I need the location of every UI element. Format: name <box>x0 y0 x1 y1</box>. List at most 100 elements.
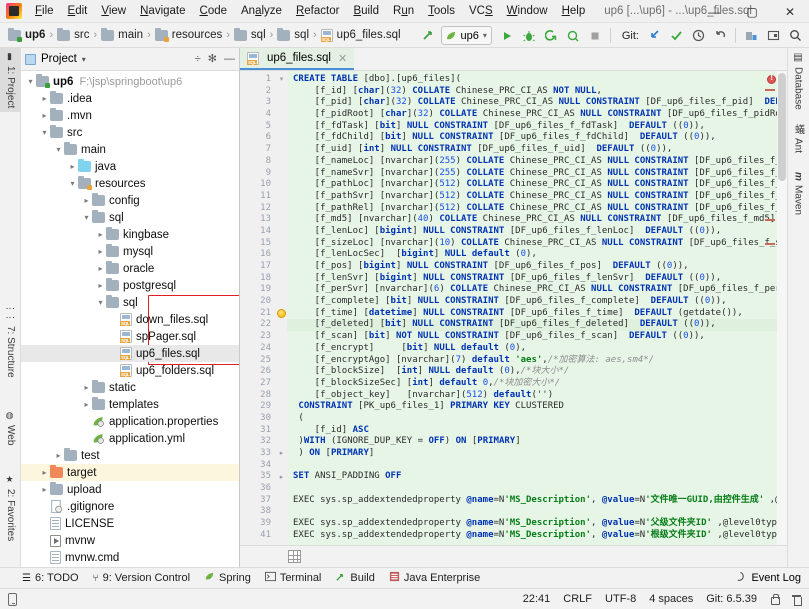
git-branch[interactable]: Git: 6.5.39 <box>706 593 757 605</box>
toolwindow-spring[interactable]: Spring <box>204 571 251 585</box>
code-line[interactable]: [f_pathSvr] [nvarchar](512) COLLATE Chin… <box>287 191 787 203</box>
tab-up6-files-sql[interactable]: up6_files.sql ✕ <box>240 48 354 70</box>
breadcrumb-sql-1[interactable]: sql <box>232 28 268 42</box>
code-line[interactable]: [f_id] ASC <box>287 425 787 437</box>
chevron-right-icon[interactable]: ▸ <box>81 396 92 413</box>
code-line[interactable]: CREATE TABLE [dbo].[up6_files]( <box>287 74 787 86</box>
intention-bulb-icon[interactable] <box>277 309 286 318</box>
menu-analyze[interactable]: Analyze <box>234 2 289 20</box>
code-line[interactable]: )WITH (IGNORE_DUP_KEY = OFF) ON [PRIMARY… <box>287 436 787 448</box>
chevron-down-icon[interactable]: ▾ <box>81 209 92 226</box>
breadcrumb-up6[interactable]: up6 <box>6 28 47 42</box>
close-icon[interactable]: ✕ <box>338 52 347 65</box>
search-everywhere-icon[interactable] <box>785 26 805 46</box>
menu-vcs[interactable]: VCS <box>462 2 500 20</box>
chevron-right-icon[interactable]: ▸ <box>39 107 50 124</box>
chevron-right-icon[interactable]: ▸ <box>95 243 106 260</box>
project-panel-title[interactable]: Project ▾ <box>25 53 86 65</box>
hide-icon[interactable]: — <box>224 54 235 65</box>
commit-icon[interactable] <box>666 26 686 46</box>
tree-row[interactable]: ▸static <box>21 379 239 396</box>
rollback-icon[interactable] <box>710 26 730 46</box>
tree-row[interactable]: ▾src <box>21 124 239 141</box>
chevron-down-icon[interactable]: ▾ <box>95 294 106 311</box>
sidebar-item-project[interactable]: ▮ 1: Project <box>0 48 21 112</box>
close-button[interactable]: ✕ <box>771 0 809 23</box>
tree-row[interactable]: ·.gitignore <box>21 498 239 515</box>
code-line[interactable]: [f_deleted] [bit] NULL CONSTRAINT [DF_up… <box>287 319 787 331</box>
chevron-right-icon[interactable]: ▸ <box>95 226 106 243</box>
stop-icon[interactable] <box>585 26 605 46</box>
menu-build[interactable]: Build <box>346 2 386 20</box>
code-line[interactable]: [f_uid] [int] NULL CONSTRAINT [DF_up6_fi… <box>287 144 787 156</box>
tree-row[interactable]: ▸config <box>21 192 239 209</box>
chevron-down-icon[interactable]: ▾ <box>39 124 50 141</box>
tree-row[interactable]: ▸java <box>21 158 239 175</box>
code-line[interactable]: EXEC sys.sp_addextendedproperty @name=N'… <box>287 518 787 530</box>
sidebar-item-ant[interactable]: 蟻 Ant <box>787 120 809 157</box>
breadcrumb-file[interactable]: up6_files.sql <box>319 28 403 43</box>
caret-position[interactable]: 22:41 <box>523 593 551 605</box>
file-encoding[interactable]: UTF-8 <box>605 593 636 605</box>
sidebar-item-maven[interactable]: m Maven <box>787 168 809 219</box>
toolwindow-version-control[interactable]: ⑂ 9: Version Control <box>93 572 190 584</box>
sidebar-item-favorites[interactable]: ★ 2: Favorites <box>0 471 21 545</box>
run-configuration-selector[interactable]: up6 ▾ <box>441 26 492 45</box>
code-line[interactable]: [f_perSvr] [nvarchar](6) COLLATE Chinese… <box>287 284 787 296</box>
event-log-button[interactable]: Event Log <box>735 571 801 585</box>
fold-marker-icon[interactable]: ▾ <box>278 76 285 83</box>
breadcrumb-resources[interactable]: resources <box>153 28 225 42</box>
profile-icon[interactable] <box>563 26 583 46</box>
tree-row[interactable]: ▸kingbase <box>21 226 239 243</box>
chevron-right-icon[interactable]: · <box>39 532 50 549</box>
code-editor[interactable]: 1234567891011121314151617181920212223242… <box>240 71 787 545</box>
code-line[interactable] <box>287 483 787 495</box>
line-separator[interactable]: CRLF <box>563 593 592 605</box>
code-line[interactable]: [f_encryptAgo] [nvarchar](7) default 'ae… <box>287 355 787 367</box>
error-stripe-indicator[interactable] <box>767 75 776 84</box>
tree-row[interactable]: ▸target <box>21 464 239 481</box>
code-line[interactable]: [f_pidRoot] [char](32) COLLATE Chinese_P… <box>287 109 787 121</box>
chevron-right-icon[interactable]: ▸ <box>67 158 78 175</box>
menu-help[interactable]: Help <box>555 2 593 20</box>
menu-tools[interactable]: Tools <box>421 2 462 20</box>
code-line[interactable]: EXEC sys.sp_addextendedproperty @name=N'… <box>287 495 787 507</box>
chevron-right-icon[interactable]: · <box>109 345 120 362</box>
scrollbar-thumb[interactable] <box>778 73 786 181</box>
tree-row[interactable]: ▾up6F:\jsp\springboot\up6 <box>21 73 239 90</box>
tree-row[interactable]: ▸templates <box>21 396 239 413</box>
indent-setting[interactable]: 4 spaces <box>649 593 693 605</box>
chevron-right-icon[interactable]: ▸ <box>81 379 92 396</box>
code-line[interactable]: [f_fdChild] [bit] NULL CONSTRAINT [DF_up… <box>287 132 787 144</box>
collapse-all-icon[interactable]: ÷ <box>195 54 201 65</box>
code-line[interactable]: [f_sizeLoc] [nvarchar](10) COLLATE Chine… <box>287 238 787 250</box>
code-line[interactable]: [f_md5] [nvarchar](40) COLLATE Chinese_P… <box>287 214 787 226</box>
code-line[interactable]: [f_encrypt] [bit] NULL default (0), <box>287 343 787 355</box>
editor-vertical-scrollbar[interactable] <box>777 71 787 545</box>
breadcrumb-src[interactable]: src <box>55 28 91 42</box>
chevron-down-icon[interactable]: ▾ <box>53 141 64 158</box>
tree-row[interactable]: ·application.yml <box>21 430 239 447</box>
chevron-right-icon[interactable]: · <box>109 311 120 328</box>
tree-row[interactable]: ·spPager.sql <box>21 328 239 345</box>
menu-view[interactable]: View <box>94 2 133 20</box>
chevron-right-icon[interactable]: ▸ <box>39 90 50 107</box>
layout-icon[interactable] <box>763 26 783 46</box>
code-line[interactable] <box>287 460 787 472</box>
code-line[interactable]: [f_complete] [bit] NULL CONSTRAINT [DF_u… <box>287 296 787 308</box>
tree-row[interactable]: ▸postgresql <box>21 277 239 294</box>
chevron-right-icon[interactable]: · <box>39 498 50 515</box>
fold-marker-icon[interactable]: ▸ <box>278 450 285 457</box>
sidebar-item-database[interactable]: ▤ Database <box>787 48 809 114</box>
lock-icon[interactable] <box>770 594 779 605</box>
update-project-icon[interactable] <box>644 26 664 46</box>
code-line[interactable]: ) ON [PRIMARY] <box>287 448 787 460</box>
chevron-right-icon[interactable]: · <box>39 515 50 532</box>
sidebar-item-web[interactable]: ◍ Web <box>0 407 21 449</box>
chevron-right-icon[interactable]: · <box>109 328 120 345</box>
tree-row[interactable]: ▸.idea <box>21 90 239 107</box>
code-line[interactable]: [f_pos] [bigint] NULL CONSTRAINT [DF_up6… <box>287 261 787 273</box>
code-line[interactable]: [f_lenSvr] [bigint] NULL CONSTRAINT [DF_… <box>287 273 787 285</box>
code-line[interactable]: [f_object_key] [nvarchar](512) default('… <box>287 390 787 402</box>
code-line[interactable]: [f_time] [datetime] NULL CONSTRAINT [DF_… <box>287 308 787 320</box>
